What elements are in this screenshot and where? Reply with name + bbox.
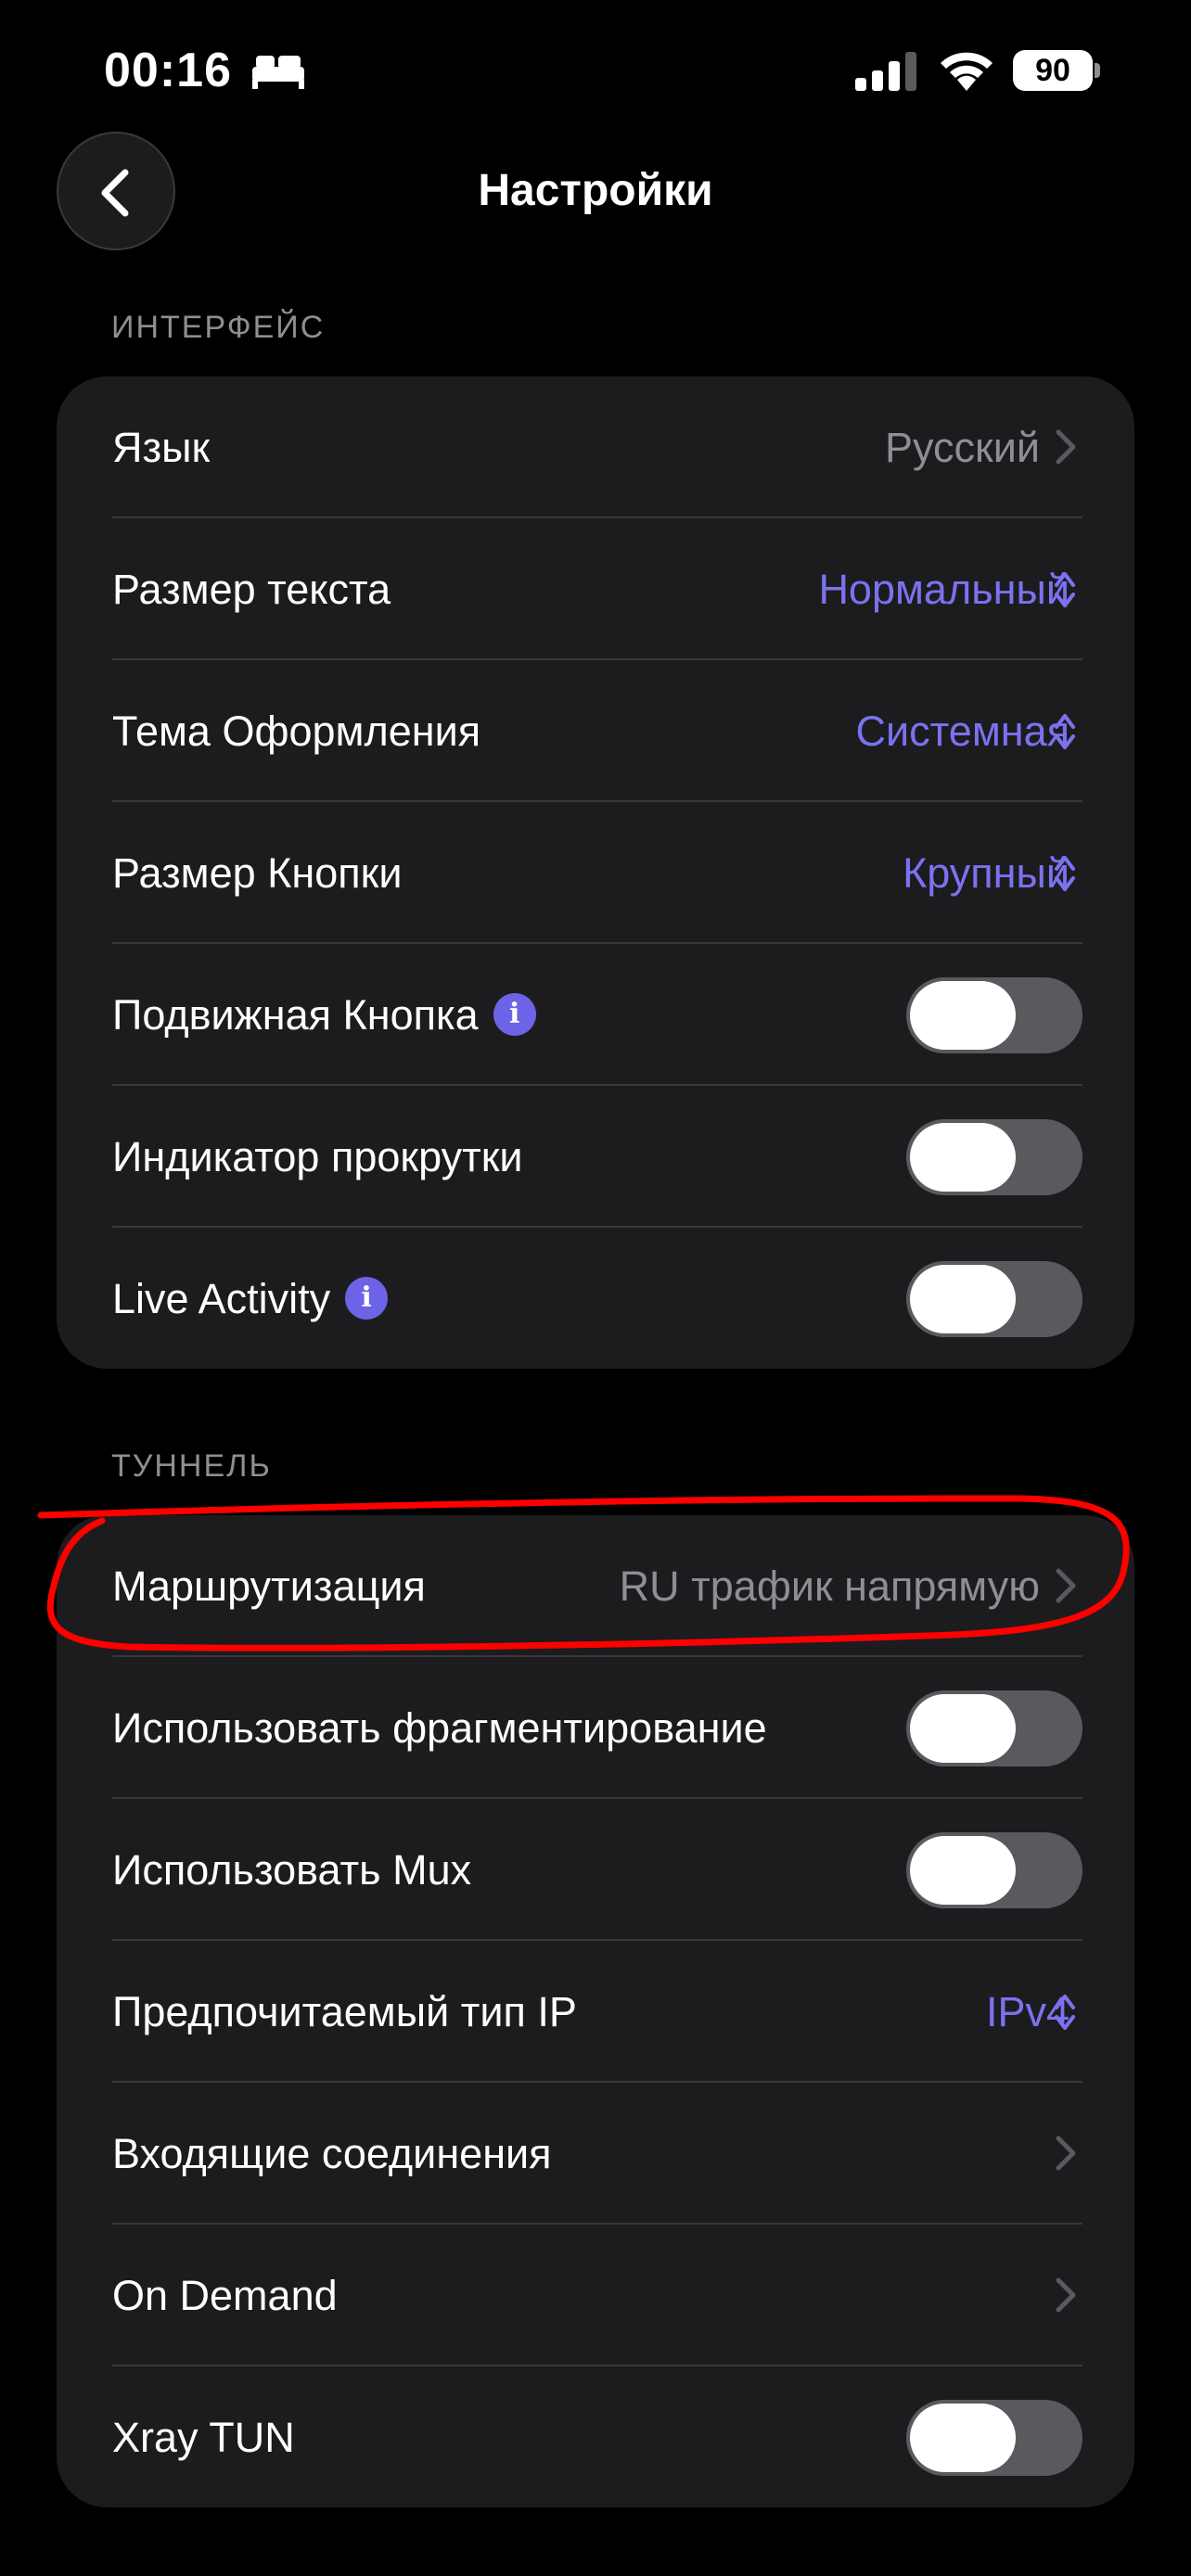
wifi-icon bbox=[941, 52, 992, 91]
setting-label: Язык bbox=[112, 424, 211, 471]
chevron-right-icon bbox=[1056, 2136, 1076, 2171]
setting-label: Live Activity bbox=[112, 1275, 331, 1322]
setting-label: Подвижная Кнопка bbox=[112, 991, 479, 1039]
toggle-switch[interactable] bbox=[906, 977, 1082, 1053]
toggle-switch[interactable] bbox=[906, 1261, 1082, 1337]
toggle-switch[interactable] bbox=[906, 1690, 1082, 1766]
battery-level: 90 bbox=[1013, 50, 1093, 91]
sleep-focus-icon bbox=[252, 56, 304, 89]
setting-label: Маршрутизация bbox=[112, 1562, 426, 1610]
setting-ip-type[interactable]: Предпочитаемый тип IP IPv4 bbox=[57, 1941, 1134, 2083]
setting-label: Использовать Mux bbox=[112, 1846, 472, 1894]
setting-mux: Использовать Mux bbox=[57, 1799, 1134, 1941]
setting-label: Индикатор прокрутки bbox=[112, 1133, 523, 1180]
setting-value: RU трафик напрямую bbox=[619, 1562, 1040, 1610]
setting-label: Размер текста bbox=[112, 566, 391, 613]
toggle-switch[interactable] bbox=[906, 2400, 1082, 2476]
toggle-switch[interactable] bbox=[906, 1832, 1082, 1908]
setting-fragmentation: Использовать фрагментирование bbox=[57, 1657, 1134, 1799]
battery-icon: 90 bbox=[1013, 50, 1102, 91]
setting-text-size[interactable]: Размер текста Нормальный bbox=[57, 518, 1134, 660]
setting-on-demand[interactable]: On Demand bbox=[57, 2225, 1134, 2366]
setting-label: Входящие соединения bbox=[112, 2130, 552, 2177]
setting-label: Размер Кнопки bbox=[112, 849, 403, 897]
chevron-up-down-icon bbox=[1055, 714, 1075, 749]
interface-settings-card: Язык Русский Размер текста Нормальный Те… bbox=[57, 376, 1134, 1369]
setting-value: Нормальный bbox=[818, 566, 1069, 613]
setting-value: Системная bbox=[855, 708, 1069, 755]
section-header-interface: ИНТЕРФЕЙС bbox=[111, 310, 326, 345]
setting-scroll-indicator: Индикатор прокрутки bbox=[57, 1086, 1134, 1228]
setting-label: Предпочитаемый тип IP bbox=[112, 1988, 577, 2035]
chevron-up-down-icon bbox=[1055, 572, 1075, 607]
setting-label: On Demand bbox=[112, 2272, 338, 2319]
setting-value: Крупный bbox=[903, 849, 1069, 897]
setting-value: Русский bbox=[885, 424, 1040, 471]
setting-xray-tun: Xray TUN bbox=[57, 2366, 1134, 2508]
setting-routing[interactable]: Маршрутизация RU трафик напрямую bbox=[57, 1515, 1134, 1657]
setting-label: Использовать фрагментирование bbox=[112, 1704, 767, 1752]
info-icon[interactable]: i bbox=[345, 1277, 389, 1320]
setting-inbound-connections[interactable]: Входящие соединения bbox=[57, 2083, 1134, 2225]
setting-movable-button: Подвижная Кнопка i bbox=[57, 944, 1134, 1086]
chevron-right-icon bbox=[1056, 429, 1076, 465]
chevron-up-down-icon bbox=[1055, 1995, 1075, 2030]
chevron-up-down-icon bbox=[1055, 856, 1075, 891]
chevron-right-icon bbox=[1056, 1568, 1076, 1603]
toggle-switch[interactable] bbox=[906, 1119, 1082, 1195]
status-bar: 00:16 90 bbox=[0, 0, 1191, 139]
tunnel-settings-card: Маршрутизация RU трафик напрямую Использ… bbox=[57, 1515, 1134, 2507]
info-icon[interactable]: i bbox=[493, 993, 536, 1037]
chevron-right-icon bbox=[1056, 2277, 1076, 2313]
setting-theme[interactable]: Тема Оформления Системная bbox=[57, 660, 1134, 802]
setting-label: Xray TUN bbox=[112, 2414, 295, 2461]
setting-language[interactable]: Язык Русский bbox=[57, 376, 1134, 518]
setting-button-size[interactable]: Размер Кнопки Крупный bbox=[57, 802, 1134, 944]
page-title: Настройки bbox=[478, 166, 713, 215]
setting-label: Тема Оформления bbox=[112, 708, 481, 755]
section-header-tunnel: ТУННЕЛЬ bbox=[111, 1448, 272, 1484]
cellular-signal-icon bbox=[855, 52, 916, 91]
status-time: 00:16 bbox=[104, 44, 232, 97]
setting-live-activity: Live Activity i bbox=[57, 1228, 1134, 1370]
